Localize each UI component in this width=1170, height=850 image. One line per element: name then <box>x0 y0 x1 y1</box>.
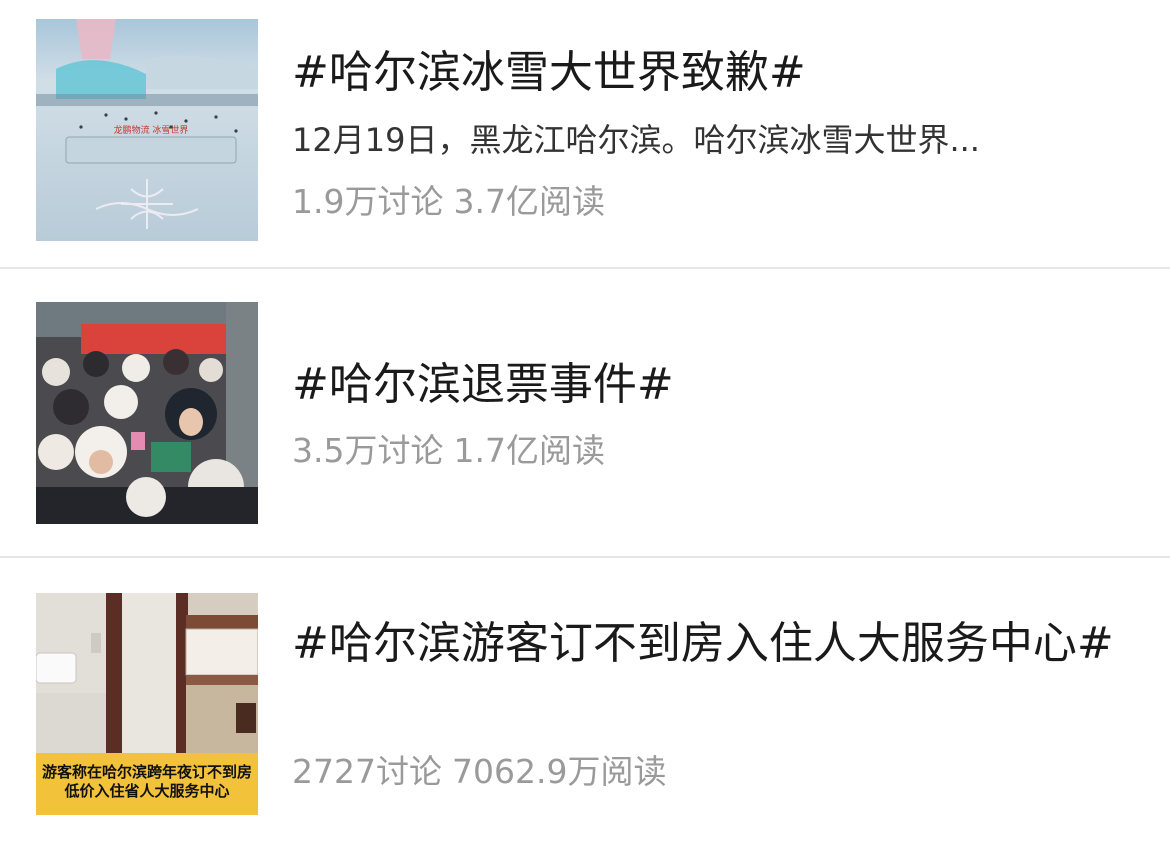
topic-thumbnail-crowd[interactable] <box>36 302 258 524</box>
topic-item-2[interactable]: #哈尔滨退票事件# 3.5万讨论 1.7亿阅读 <box>0 269 1170 557</box>
read-count: 1.7亿阅读 <box>453 431 605 470</box>
topic-thumbnail-room[interactable]: 游客称在哈尔滨跨年夜订不到房 低价入住省人大服务中心 <box>36 593 258 815</box>
crowd-image <box>36 302 258 524</box>
topic-stats: 2727讨论 7062.9万阅读 <box>292 750 666 794</box>
topic-item-3[interactable]: 游客称在哈尔滨跨年夜订不到房 低价入住省人大服务中心 #哈尔滨游客订不到房入住人… <box>0 558 1170 850</box>
ice-sign-text: 龙鹏物流 冰雪世界 <box>114 124 189 136</box>
topic-title[interactable]: #哈尔滨游客订不到房入住人大服务中心# <box>292 613 1122 675</box>
topic-list: 龙鹏物流 冰雪世界 #哈尔滨冰雪大世界致歉# 12月19日，黑龙江哈尔滨。哈尔滨… <box>0 0 1170 850</box>
topic-stats: 3.5万讨论 1.7亿阅读 <box>292 429 605 473</box>
discussion-count: 3.5万讨论 <box>292 431 444 470</box>
topic-thumbnail-ice-world[interactable]: 龙鹏物流 冰雪世界 <box>36 19 258 241</box>
discussion-count: 2727讨论 <box>292 752 442 791</box>
caption-line-1: 游客称在哈尔滨跨年夜订不到房 <box>41 763 252 781</box>
topic-title[interactable]: #哈尔滨退票事件# <box>292 354 1130 416</box>
read-count: 3.7亿阅读 <box>453 182 605 221</box>
caption-line-2: 低价入住省人大服务中心 <box>64 782 230 800</box>
topic-item-1[interactable]: 龙鹏物流 冰雪世界 #哈尔滨冰雪大世界致歉# 12月19日，黑龙江哈尔滨。哈尔滨… <box>0 0 1170 268</box>
thumbnail-caption: 游客称在哈尔滨跨年夜订不到房 低价入住省人大服务中心 <box>36 753 258 815</box>
topic-description: 12月19日，黑龙江哈尔滨。哈尔滨冰雪大世界... <box>292 121 980 159</box>
discussion-count: 1.9万讨论 <box>292 182 444 221</box>
read-count: 7062.9万阅读 <box>451 752 667 791</box>
topic-stats: 1.9万讨论 3.7亿阅读 <box>292 180 605 224</box>
topic-title[interactable]: #哈尔滨冰雪大世界致歉# <box>292 42 1130 104</box>
ice-world-image: 龙鹏物流 冰雪世界 <box>36 19 258 241</box>
